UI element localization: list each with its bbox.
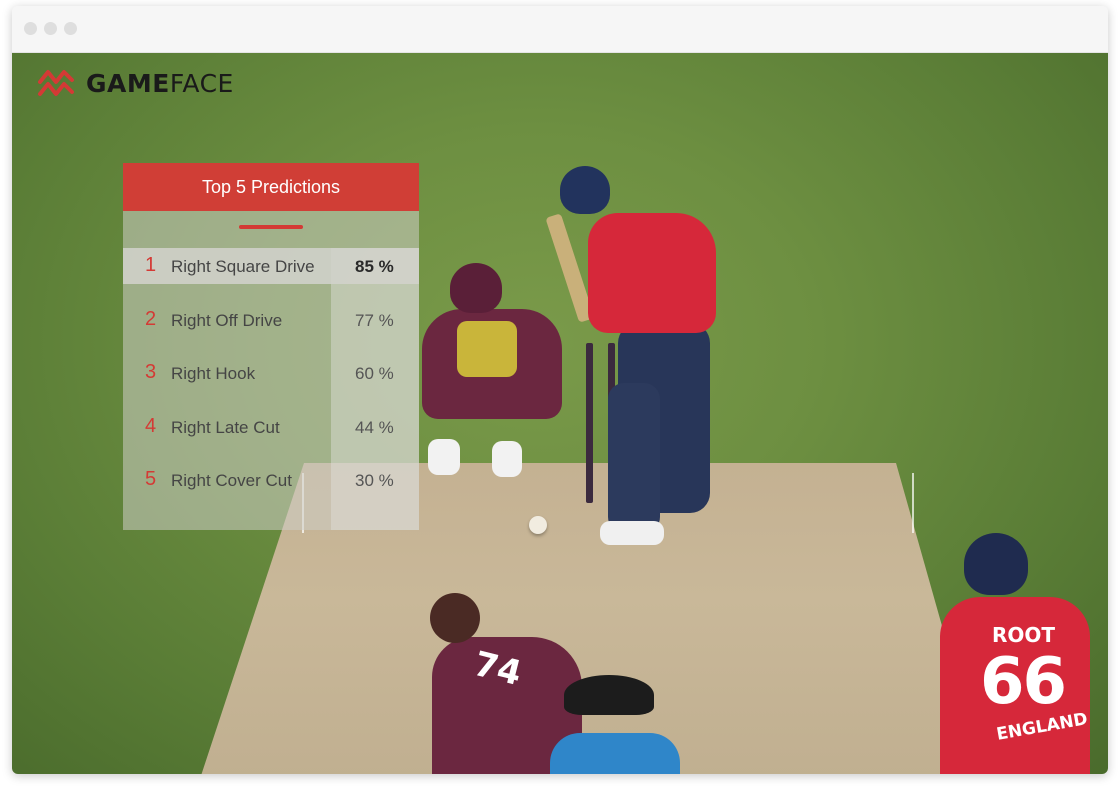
prediction-row[interactable]: 3 Right Hook 60 % [123, 355, 419, 391]
prediction-label: Right Off Drive [171, 311, 283, 330]
window-minimize-dot[interactable] [44, 22, 57, 35]
wicketkeeper-glove [492, 441, 522, 477]
prediction-label: Right Late Cut [171, 418, 280, 437]
batsman-body [588, 213, 716, 333]
browser-window: 74 ROOT 66 ENGLAND GAMEFACE Top 5 Predic… [12, 6, 1108, 774]
prediction-rank: 3 [145, 361, 157, 383]
prediction-value: 44 % [355, 418, 394, 437]
prediction-rank: 1 [145, 254, 157, 276]
umpire-body [550, 733, 680, 774]
prediction-value: 77 % [355, 311, 394, 330]
prediction-value: 85 % [355, 257, 394, 276]
window-close-dot[interactable] [24, 22, 37, 35]
gameface-wordmark: GAMEFACE [86, 69, 234, 98]
prediction-label: Right Square Drive [171, 257, 315, 276]
cricket-ball [529, 516, 547, 534]
fielder-jersey-number: 66 [980, 645, 1067, 719]
prediction-label: Right Hook [171, 364, 256, 383]
title-underline [239, 225, 303, 229]
batsman-pad [608, 383, 660, 533]
prediction-rank: 4 [145, 415, 157, 437]
crease-line-right [912, 473, 914, 533]
wicketkeeper-vest [457, 321, 517, 377]
prediction-row[interactable]: 2 Right Off Drive 77 % [123, 302, 419, 338]
prediction-value: 60 % [355, 364, 394, 383]
stump [586, 343, 593, 503]
batsman-shoe [600, 521, 664, 545]
predictions-title: Top 5 Predictions [123, 163, 419, 211]
wordmark-light: FACE [169, 68, 234, 98]
prediction-rank: 2 [145, 308, 157, 330]
prediction-label: Right Cover Cut [171, 471, 292, 490]
window-titlebar [12, 6, 1108, 53]
prediction-rank: 5 [145, 468, 157, 490]
wordmark-bold: GAME [86, 68, 170, 98]
predictions-panel: Top 5 Predictions 1 Right Square Drive 8… [123, 163, 419, 530]
wicketkeeper-glove [428, 439, 460, 475]
prediction-row[interactable]: 4 Right Late Cut 44 % [123, 409, 419, 445]
fielder-helmet [964, 533, 1028, 595]
prediction-row[interactable]: 5 Right Cover Cut 30 % [123, 462, 419, 498]
prediction-row[interactable]: 1 Right Square Drive 85 % [123, 248, 419, 284]
batsman-helmet [560, 166, 610, 214]
cricket-video-frame: 74 ROOT 66 ENGLAND GAMEFACE Top 5 Predic… [12, 53, 1108, 774]
prediction-value: 30 % [355, 471, 394, 490]
gameface-logo-icon [38, 70, 74, 96]
gameface-logo: GAMEFACE [38, 63, 234, 103]
umpire-hat [564, 675, 654, 715]
wicketkeeper-helmet [450, 263, 502, 313]
bowler-head [430, 593, 480, 643]
fielder-jersey-name: ROOT [992, 623, 1056, 647]
window-maximize-dot[interactable] [64, 22, 77, 35]
